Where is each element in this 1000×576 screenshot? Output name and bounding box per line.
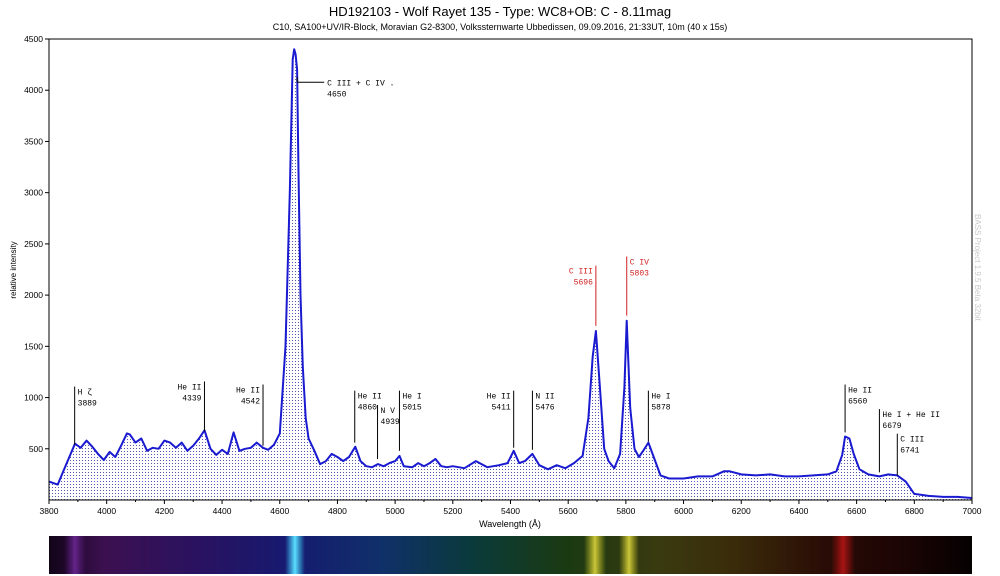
line-annotation: He II 4542 — [236, 384, 264, 446]
y-tick-label: 2000 — [24, 290, 43, 300]
line-annotation: He I 5878 — [647, 390, 671, 442]
annotation-wavelength: 6560 — [848, 398, 867, 407]
annotation-wavelength: 5803 — [630, 269, 649, 278]
x-tick-label: 6000 — [674, 506, 693, 516]
x-tick-label: 4000 — [97, 506, 116, 516]
annotation-ion: He I + He II — [882, 411, 940, 420]
line-annotation: C IV 5803 — [626, 256, 649, 316]
x-tick-label: 7000 — [963, 506, 982, 516]
annotation-ion: C III + C IV . — [327, 79, 394, 88]
annotation-wavelength: 3889 — [78, 400, 97, 409]
annotation-ion: He I — [651, 393, 670, 402]
x-tick-label: 4200 — [155, 506, 174, 516]
x-tick-label: 3800 — [40, 506, 59, 516]
y-tick-label: 1000 — [24, 393, 43, 403]
spectrum-chart: 3800 4000 4200 4400 4600 4800 5000 5200 5400 5600… — [9, 34, 982, 529]
series-area-0 — [49, 49, 972, 500]
annotation-ion: He II — [848, 387, 872, 396]
x-tick-label: 4400 — [213, 506, 232, 516]
software-watermark: BASS Project 1.9.5 Beta 32bit — [973, 214, 982, 321]
annotation-wavelength: 4542 — [241, 398, 260, 407]
plot-frame — [48, 38, 973, 501]
x-tick-label: 5200 — [443, 506, 462, 516]
x-tick-label: 4600 — [270, 506, 289, 516]
line-annotation: N II 5476 — [531, 390, 555, 450]
annotation-wavelength: 4860 — [358, 404, 377, 413]
line-annotation: C III 5696 — [569, 265, 597, 326]
y-tick-label: 2500 — [24, 239, 43, 249]
x-tick-label: 5000 — [386, 506, 405, 516]
x-tick-label: 6200 — [732, 506, 751, 516]
line-annotation: He II 6560 — [844, 384, 872, 433]
line-annotation: C III 6741 — [896, 433, 924, 476]
y-tick-label: 3000 — [24, 188, 43, 198]
annotation-wavelength: 5015 — [402, 404, 421, 413]
y-tick-label: 500 — [29, 444, 43, 454]
annotation-ion: N II — [535, 393, 554, 402]
line-annotation: H ζ 3889 — [74, 386, 97, 445]
annotation-wavelength: 5476 — [535, 404, 554, 413]
line-annotation: C III + C IV . 4650 — [296, 76, 394, 99]
y-tick-label: 1500 — [24, 341, 43, 351]
annotation-ion: N V — [381, 407, 396, 416]
y-axis-label: relative intensity — [9, 241, 18, 298]
x-tick-label: 5800 — [616, 506, 635, 516]
annotation-ion: He II — [487, 393, 511, 402]
annotation-ion: C IV — [630, 258, 649, 267]
annotation-wavelength: 6741 — [900, 447, 919, 456]
y-tick-label: 4500 — [24, 34, 43, 44]
synthetic-spectrum-strip — [49, 536, 972, 574]
line-annotation: He II 5411 — [487, 390, 515, 448]
x-tick-label: 6400 — [789, 506, 808, 516]
annotation-ion: He II — [177, 383, 201, 392]
annotation-wavelength: 5411 — [491, 404, 510, 413]
annotation-ion: H ζ — [78, 389, 93, 398]
series-line-0 — [48, 48, 973, 499]
annotation-wavelength: 6679 — [882, 422, 901, 431]
annotation-ion: He II — [358, 393, 382, 402]
y-tick-label: 3500 — [24, 136, 43, 146]
line-annotation: N V 4939 — [377, 404, 400, 460]
annotation-wavelength: 5878 — [651, 404, 670, 413]
annotation-ion: He II — [236, 387, 260, 396]
annotation-wavelength: 5696 — [574, 279, 593, 288]
annotation-wavelength: 4339 — [182, 394, 201, 403]
annotation-wavelength: 4939 — [381, 418, 400, 427]
y-tick-label: 4000 — [24, 85, 43, 95]
annotation-ion: C III — [569, 268, 593, 277]
line-annotation: He I 5015 — [398, 390, 422, 451]
x-tick-label: 5400 — [501, 506, 520, 516]
x-tick-label: 5600 — [559, 506, 578, 516]
x-tick-label: 6800 — [905, 506, 924, 516]
x-tick-label: 6600 — [847, 506, 866, 516]
annotation-ion: He I — [402, 393, 421, 402]
annotation-wavelength: 4650 — [327, 90, 346, 99]
annotation-ion: C III — [900, 436, 924, 445]
x-axis-label: Wavelength (Å) — [479, 519, 541, 529]
x-tick-label: 4800 — [328, 506, 347, 516]
line-annotation: He II 4339 — [177, 381, 205, 432]
